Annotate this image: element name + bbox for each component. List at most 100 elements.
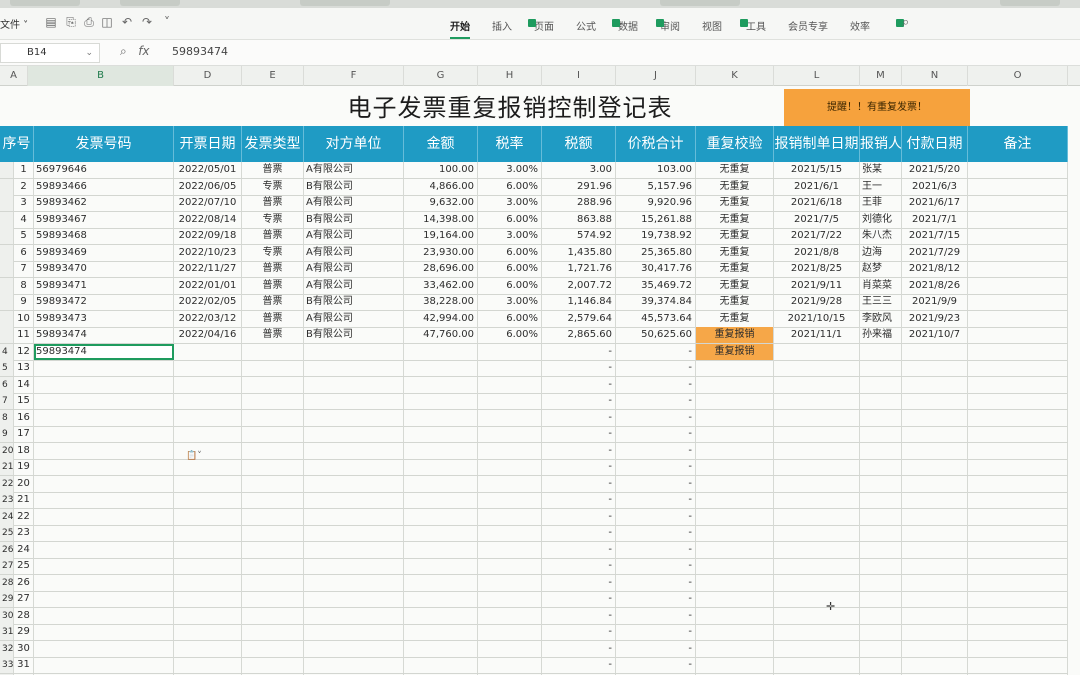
cell-date[interactable]: 2022/06/05 (174, 178, 242, 195)
table-header-cell[interactable]: 税额 (542, 126, 616, 162)
cell-date[interactable] (174, 508, 242, 525)
table-header-cell[interactable]: 备注 (968, 126, 1068, 162)
cell-date[interactable]: 2022/09/18 (174, 228, 242, 244)
cell-check[interactable]: 无重复 (696, 211, 774, 228)
row-number[interactable]: 9 (0, 426, 14, 442)
cell-invoice[interactable] (34, 591, 174, 607)
cell-total[interactable]: 5,157.96 (616, 178, 696, 195)
cell-person[interactable] (860, 475, 902, 492)
cell-party[interactable] (304, 376, 404, 393)
cell-total[interactable]: 50,625.60 (616, 327, 696, 343)
cell-claim_date[interactable] (774, 591, 860, 607)
cell-check[interactable]: 重复报销 (696, 343, 774, 360)
cell-tax[interactable]: 1,146.84 (542, 294, 616, 310)
cell-rate[interactable] (478, 475, 542, 492)
cell-seq[interactable]: 18 (14, 442, 34, 459)
cell-date[interactable]: 2022/10/23 (174, 244, 242, 261)
cell-tax[interactable]: - (542, 541, 616, 558)
tab-1[interactable]: 插入 (492, 18, 512, 33)
cell-rate[interactable] (478, 492, 542, 508)
cell-check[interactable] (696, 640, 774, 657)
cell-note[interactable] (968, 607, 1068, 624)
cell-invoice[interactable] (34, 558, 174, 574)
cell-amount[interactable] (404, 475, 478, 492)
cell-rate[interactable] (478, 409, 542, 426)
file-menu[interactable]: 文件 ˅ (0, 16, 28, 31)
cell-person[interactable] (860, 442, 902, 459)
cell-party[interactable] (304, 492, 404, 508)
cell-claim_date[interactable]: 2021/8/8 (774, 244, 860, 261)
cell-rate[interactable]: 3.00% (478, 195, 542, 211)
column-header-N[interactable]: N (902, 66, 968, 86)
cell-check[interactable] (696, 558, 774, 574)
cell-seq[interactable]: 1 (14, 162, 34, 178)
cell-note[interactable] (968, 228, 1068, 244)
column-header-O[interactable]: O (968, 66, 1068, 86)
table-header-cell[interactable]: 对方单位 (304, 126, 404, 162)
cell-claim_date[interactable] (774, 558, 860, 574)
cell-pay_date[interactable]: 2021/6/17 (902, 195, 968, 211)
table-header-cell[interactable]: 重复校验 (696, 126, 774, 162)
cell-claim_date[interactable] (774, 360, 860, 376)
cell-seq[interactable]: 4 (14, 211, 34, 228)
cell-date[interactable]: 2022/08/14 (174, 211, 242, 228)
cell-invoice[interactable]: 59893474 (34, 327, 174, 343)
cell-tax[interactable]: 2,007.72 (542, 277, 616, 294)
cell-rate[interactable] (478, 343, 542, 360)
cell-invoice[interactable]: 59893467 (34, 211, 174, 228)
cell-party[interactable] (304, 360, 404, 376)
cell-total[interactable]: - (616, 360, 696, 376)
cell-rate[interactable]: 6.00% (478, 211, 542, 228)
cell-party[interactable] (304, 574, 404, 591)
cell-check[interactable]: 无重复 (696, 162, 774, 178)
cell-rate[interactable] (478, 360, 542, 376)
cell-tax[interactable]: - (542, 409, 616, 426)
table-header-cell[interactable]: 报销制单日期 (774, 126, 860, 162)
table-header-cell[interactable]: 金额 (404, 126, 478, 162)
cell-check[interactable] (696, 591, 774, 607)
cell-seq[interactable]: 10 (14, 310, 34, 327)
cell-total[interactable]: 30,417.76 (616, 261, 696, 277)
cell-claim_date[interactable] (774, 376, 860, 393)
cell-date[interactable] (174, 492, 242, 508)
cell-party[interactable] (304, 640, 404, 657)
cell-seq[interactable]: 21 (14, 492, 34, 508)
cell-claim_date[interactable] (774, 475, 860, 492)
row-number[interactable] (0, 261, 14, 277)
cell-seq[interactable]: 16 (14, 409, 34, 426)
cell-seq[interactable]: 24 (14, 541, 34, 558)
cell-tax[interactable]: - (542, 591, 616, 607)
cell-pay_date[interactable]: 2021/6/3 (902, 178, 968, 195)
cell-party[interactable]: A有限公司 (304, 195, 404, 211)
cell-pay_date[interactable] (902, 459, 968, 475)
table-header-cell[interactable]: 序号 (0, 126, 34, 162)
cell-person[interactable] (860, 492, 902, 508)
cell-invoice[interactable]: 59893469 (34, 244, 174, 261)
cell-party[interactable] (304, 591, 404, 607)
cell-tax[interactable]: - (542, 508, 616, 525)
cell-seq[interactable]: 28 (14, 607, 34, 624)
cell-type[interactable] (242, 607, 304, 624)
row-number[interactable] (0, 294, 14, 310)
cell-claim_date[interactable] (774, 640, 860, 657)
cell-invoice[interactable] (34, 360, 174, 376)
cell-seq[interactable]: 12 (14, 343, 34, 360)
cell-seq[interactable]: 30 (14, 640, 34, 657)
cell-amount[interactable]: 9,632.00 (404, 195, 478, 211)
cell-amount[interactable] (404, 343, 478, 360)
cell-rate[interactable]: 6.00% (478, 261, 542, 277)
cell-person[interactable] (860, 541, 902, 558)
cell-party[interactable] (304, 393, 404, 409)
cell-tax[interactable]: 863.88 (542, 211, 616, 228)
cell-amount[interactable] (404, 525, 478, 541)
cell-note[interactable] (968, 541, 1068, 558)
more-icon[interactable]: ˅ (160, 15, 174, 29)
column-header-E[interactable]: E (242, 66, 304, 86)
column-header-L[interactable]: L (774, 66, 860, 86)
cell-pay_date[interactable]: 2021/5/20 (902, 162, 968, 178)
cell-pay_date[interactable] (902, 360, 968, 376)
cell-party[interactable]: B有限公司 (304, 211, 404, 228)
cell-pay_date[interactable] (902, 558, 968, 574)
cell-type[interactable] (242, 360, 304, 376)
cell-person[interactable]: 王菲 (860, 195, 902, 211)
